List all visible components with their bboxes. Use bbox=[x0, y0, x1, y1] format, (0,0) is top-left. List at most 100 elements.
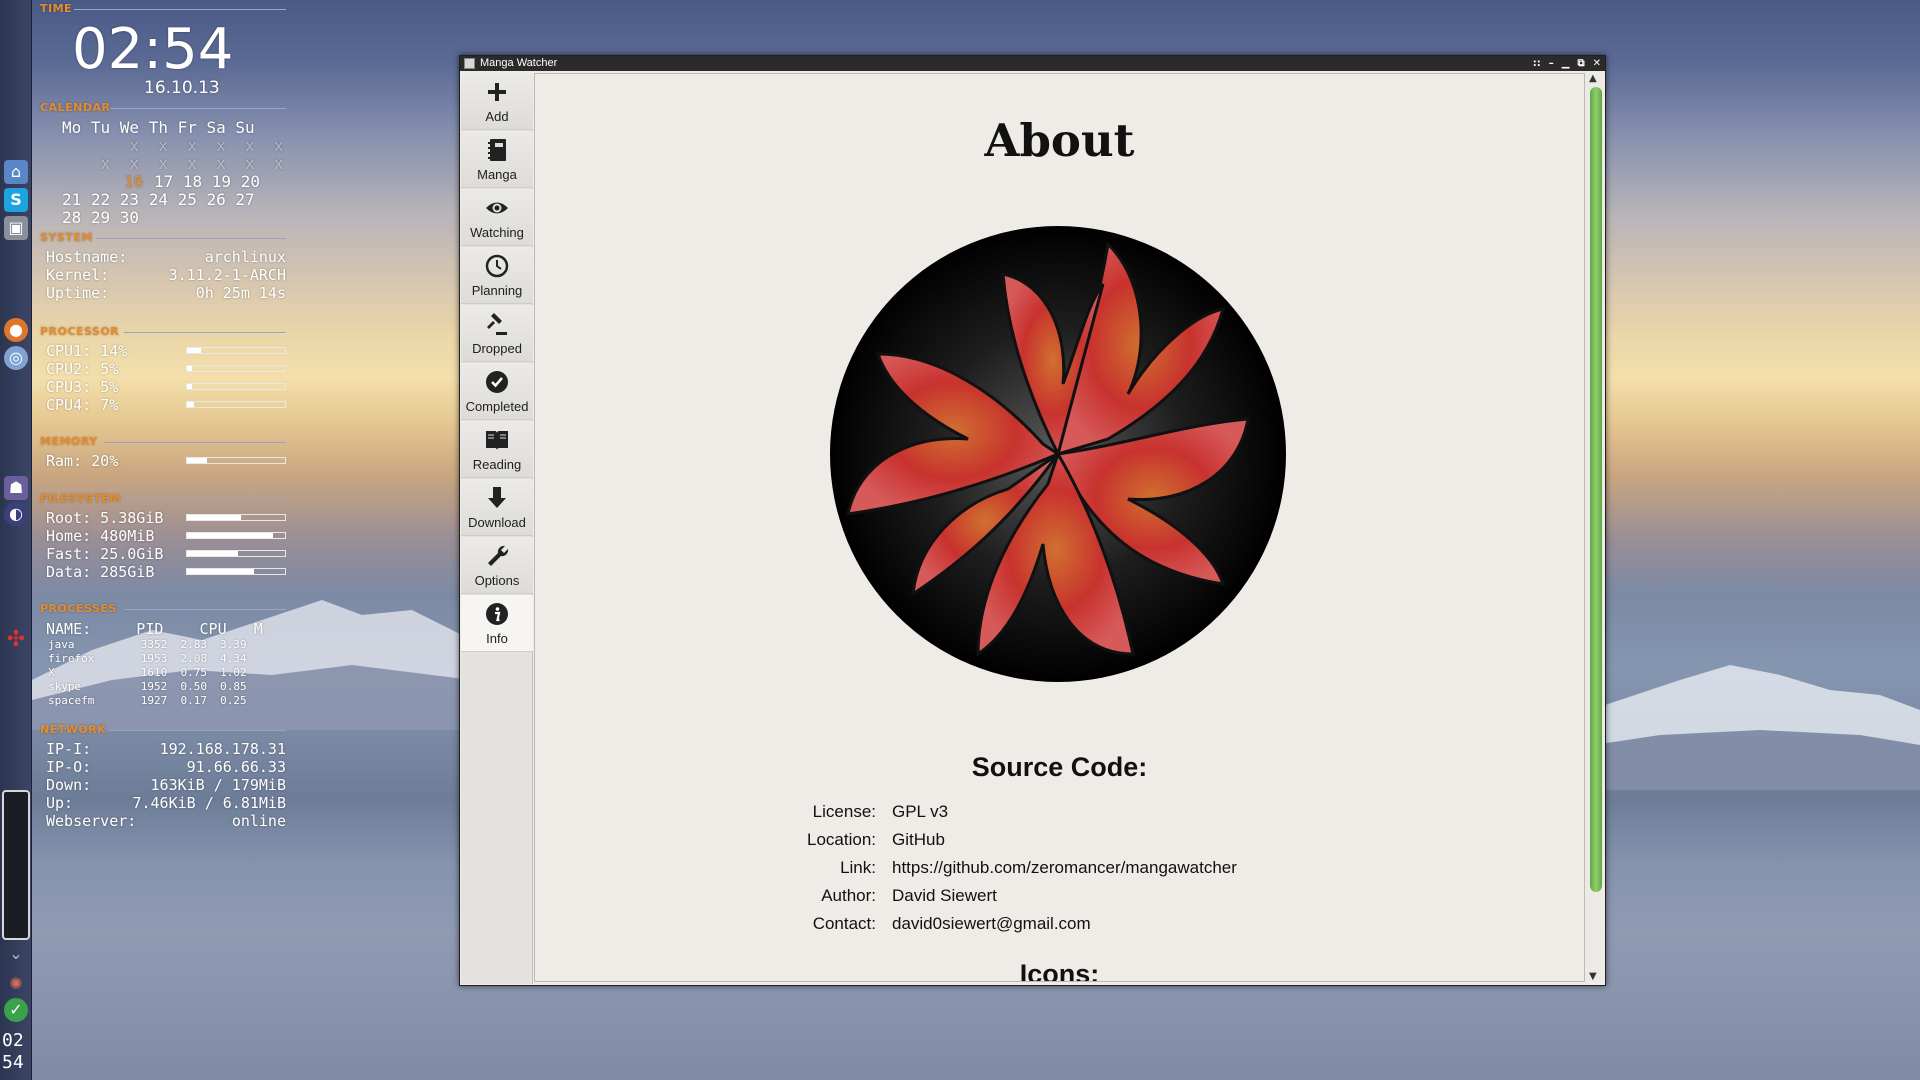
page-title: About bbox=[984, 114, 1135, 167]
shade-icon[interactable]: – bbox=[1549, 56, 1554, 71]
cpu2-bar bbox=[186, 365, 286, 372]
mountain-range-right bbox=[1560, 665, 1920, 790]
divider bbox=[96, 238, 286, 239]
watching-label: Watching bbox=[470, 225, 524, 240]
calendar-header: CALENDAR bbox=[40, 101, 111, 114]
root-bar bbox=[186, 514, 286, 521]
conky-date: 16.10.13 bbox=[144, 78, 220, 98]
scroll-up-icon[interactable]: ▲ bbox=[1589, 73, 1597, 84]
shell-icon[interactable]: ✺ bbox=[4, 972, 28, 996]
author-row: Author: David Siewert bbox=[535, 886, 1584, 914]
watching-button[interactable]: Watching bbox=[461, 189, 533, 246]
github-link[interactable]: https://github.com/zeromancer/mangawatch… bbox=[892, 858, 1237, 878]
manga-watcher-window: Manga Watcher :: – ▁ ⧉ ✕ Add Manga Watch… bbox=[459, 55, 1606, 986]
maximize-icon[interactable]: ⧉ bbox=[1577, 56, 1584, 71]
calendar-week: 17 18 19 20 bbox=[154, 172, 260, 191]
completed-button[interactable]: Completed bbox=[461, 363, 533, 420]
license-label: License: bbox=[812, 802, 876, 821]
completed-label: Completed bbox=[465, 399, 529, 414]
author-label: Author: bbox=[821, 886, 876, 905]
system-header: SYSTEM bbox=[40, 231, 93, 244]
ip-internal-row: IP-I: 192.168.178.31 bbox=[46, 740, 286, 758]
uptime-row: Uptime: 0h 25m 14s bbox=[46, 284, 286, 302]
location-label: Location: bbox=[807, 830, 876, 849]
planning-button[interactable]: Planning bbox=[461, 247, 533, 304]
contact-row: Contact: david0siewert@gmail.com bbox=[535, 914, 1584, 942]
pinwheel-icon[interactable]: ✣ bbox=[4, 628, 28, 652]
add-button[interactable]: Add bbox=[461, 73, 533, 130]
add-label: Add bbox=[485, 109, 509, 124]
manga-label: Manga bbox=[477, 167, 517, 182]
home-icon[interactable]: ⌂ bbox=[4, 160, 28, 184]
grip-icon[interactable]: :: bbox=[1533, 56, 1541, 71]
cpu4-bar bbox=[186, 401, 286, 408]
upload-row: Up: 7.46KiB / 6.81MiB bbox=[46, 794, 286, 812]
calendar-week: 28 29 30 bbox=[62, 208, 140, 227]
plus-icon bbox=[488, 83, 506, 101]
license-row: License: GPL v3 bbox=[535, 802, 1584, 830]
info-button[interactable]: Info bbox=[461, 595, 533, 652]
firefox-icon[interactable]: ● bbox=[4, 318, 28, 342]
calendar-today: 16 bbox=[124, 172, 144, 191]
divider bbox=[104, 442, 286, 443]
location-row: Location: GitHub bbox=[535, 830, 1584, 858]
conky-clock: 02:54 bbox=[72, 17, 234, 82]
calendar-week: 21 22 23 24 25 26 27 bbox=[62, 190, 255, 209]
manga-button[interactable]: Manga bbox=[461, 131, 533, 188]
link-row: Link: https://github.com/zeromancer/mang… bbox=[535, 858, 1584, 886]
source-code-heading: Source Code: bbox=[971, 752, 1148, 782]
notebook-icon bbox=[488, 139, 506, 161]
left-dock: ⌂ S ▣ ● ◎ ☗ ◐ ✣ ☕ ⌄ ✺ ✓ 02 54 bbox=[0, 0, 32, 1080]
shield-check-icon[interactable]: ✓ bbox=[4, 998, 28, 1022]
calendar-row-placeholder: x x x x x x x bbox=[62, 154, 284, 173]
window-titlebar[interactable]: Manga Watcher :: – ▁ ⧉ ✕ bbox=[460, 56, 1605, 71]
process-row: firefox 1953 2.08 4.34 bbox=[48, 652, 247, 665]
vertical-scrollbar[interactable]: ▲ ▼ bbox=[1586, 73, 1603, 982]
process-row: skype 1952 0.50 0.85 bbox=[48, 680, 247, 693]
link-label: Link: bbox=[840, 858, 876, 877]
calendar-weekdays: Mo Tu We Th Fr Sa Su bbox=[62, 118, 255, 137]
download-label: Download bbox=[468, 515, 526, 530]
hostname-row: Hostname: archlinux bbox=[46, 248, 286, 266]
fast-bar bbox=[186, 550, 286, 557]
options-label: Options bbox=[474, 573, 520, 588]
ram-bar bbox=[186, 457, 286, 464]
minimize-icon[interactable]: ▁ bbox=[1562, 56, 1570, 71]
options-button[interactable]: Options bbox=[461, 537, 533, 594]
file-manager-icon[interactable]: ▣ bbox=[4, 216, 28, 240]
window-controls: :: – ▁ ⧉ ✕ bbox=[1533, 56, 1601, 71]
contact-email[interactable]: david0siewert@gmail.com bbox=[892, 914, 1091, 934]
kernel-row: Kernel: 3.11.2-1-ARCH bbox=[46, 266, 286, 284]
close-icon[interactable]: ✕ bbox=[1593, 56, 1601, 71]
dock-clock: 02 54 bbox=[2, 1030, 24, 1073]
divider bbox=[108, 730, 286, 731]
process-row: spacefm 1927 0.17 0.25 bbox=[48, 694, 247, 707]
dropped-button[interactable]: Dropped bbox=[461, 305, 533, 362]
info-label: Info bbox=[486, 631, 508, 646]
open-book-icon bbox=[486, 431, 508, 450]
skype-icon[interactable]: S bbox=[4, 188, 28, 212]
reading-button[interactable]: Reading bbox=[461, 421, 533, 478]
wrench-icon bbox=[488, 545, 509, 566]
download-button[interactable]: Download bbox=[461, 479, 533, 536]
scroll-thumb[interactable] bbox=[1590, 87, 1602, 892]
user-icon[interactable]: ☗ bbox=[4, 476, 28, 500]
planning-label: Planning bbox=[471, 283, 523, 298]
browser-icon[interactable]: ◎ bbox=[4, 346, 28, 370]
eclipse-icon[interactable]: ◐ bbox=[4, 502, 28, 526]
divider bbox=[74, 9, 286, 10]
webserver-row: Webserver: online bbox=[46, 812, 286, 830]
eye-icon bbox=[486, 202, 508, 214]
processes-header: PROCESSES bbox=[40, 602, 117, 615]
license-value: GPL v3 bbox=[892, 802, 949, 821]
scroll-down-icon[interactable]: ▼ bbox=[1589, 971, 1597, 982]
icons-heading: Icons: bbox=[1019, 959, 1100, 982]
sidebar-toolbar: Add Manga Watching Planning Dropped Comp… bbox=[461, 73, 533, 984]
gavel-icon bbox=[487, 313, 507, 335]
divider bbox=[124, 332, 286, 333]
cpu3-bar bbox=[186, 383, 286, 390]
location-value: GitHub bbox=[892, 830, 945, 849]
author-value: David Siewert bbox=[892, 886, 997, 905]
chevron-down-icon[interactable]: ⌄ bbox=[4, 942, 28, 966]
dock-active-panel bbox=[2, 790, 30, 940]
